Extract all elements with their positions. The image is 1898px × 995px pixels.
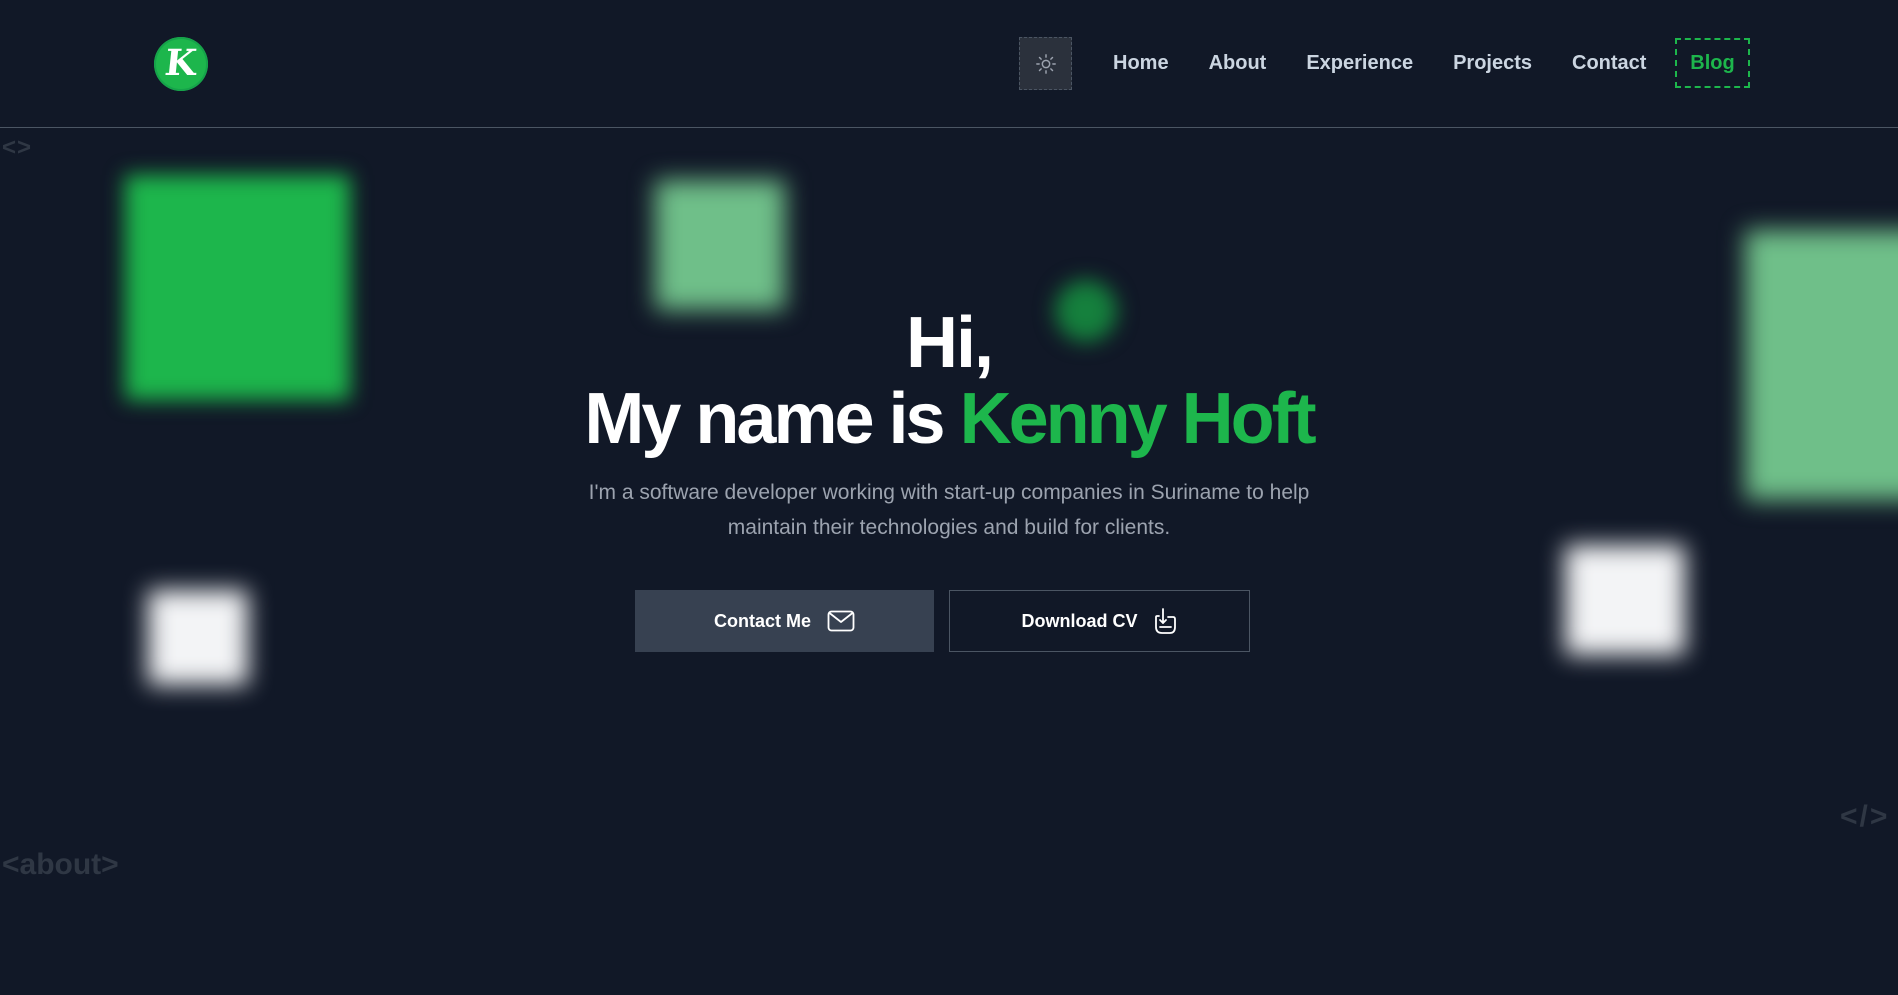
nav-home[interactable]: Home xyxy=(1113,50,1169,76)
mail-icon xyxy=(827,610,855,632)
hero-greeting: Hi, xyxy=(905,303,994,383)
nav-contact[interactable]: Contact xyxy=(1572,50,1646,76)
logo[interactable]: K xyxy=(154,37,208,91)
download-cv-label: Download CV xyxy=(1021,610,1138,631)
decor-white-square-right xyxy=(1565,545,1685,655)
page: <> </> <about> K Home About Experience P… xyxy=(0,0,1898,995)
code-tag-about: <about> xyxy=(2,848,119,881)
hero-buttons: Contact Me Download CV xyxy=(635,590,1250,652)
decor-white-square-left xyxy=(148,590,248,685)
nav-experience[interactable]: Experience xyxy=(1306,50,1413,76)
download-cv-button[interactable]: Download CV xyxy=(949,590,1250,652)
hero-name: Kenny Hoft xyxy=(959,379,1317,459)
code-tag-top: <> xyxy=(2,134,33,161)
sun-icon xyxy=(1035,53,1056,74)
logo-letter: K xyxy=(163,42,199,84)
contact-me-button[interactable]: Contact Me xyxy=(635,590,934,652)
hero-name-prefix: My name is xyxy=(584,379,945,459)
hero-intro-line2: maintain their technologies and build fo… xyxy=(727,516,1171,539)
hero: Hi, My name is Kenny Hoft I'm a software… xyxy=(0,305,1898,545)
decor-lightgreen-square xyxy=(655,180,785,310)
blog-button[interactable]: Blog xyxy=(1675,38,1750,88)
hero-intro: I'm a software developer working with st… xyxy=(549,475,1349,545)
theme-toggle-button[interactable] xyxy=(1019,37,1072,90)
nav-projects[interactable]: Projects xyxy=(1453,50,1532,76)
download-hand-icon xyxy=(1154,607,1178,635)
code-tag-right: </> xyxy=(1840,800,1890,833)
contact-me-label: Contact Me xyxy=(713,610,811,631)
main-nav: Home About Experience Projects Contact xyxy=(1113,50,1686,76)
nav-about[interactable]: About xyxy=(1209,50,1267,76)
site-header: K Home About Experience Projects Contact… xyxy=(0,0,1898,128)
hero-heading: My name is Kenny Hoft xyxy=(0,381,1898,457)
hero-intro-line1: I'm a software developer working with st… xyxy=(588,481,1310,504)
